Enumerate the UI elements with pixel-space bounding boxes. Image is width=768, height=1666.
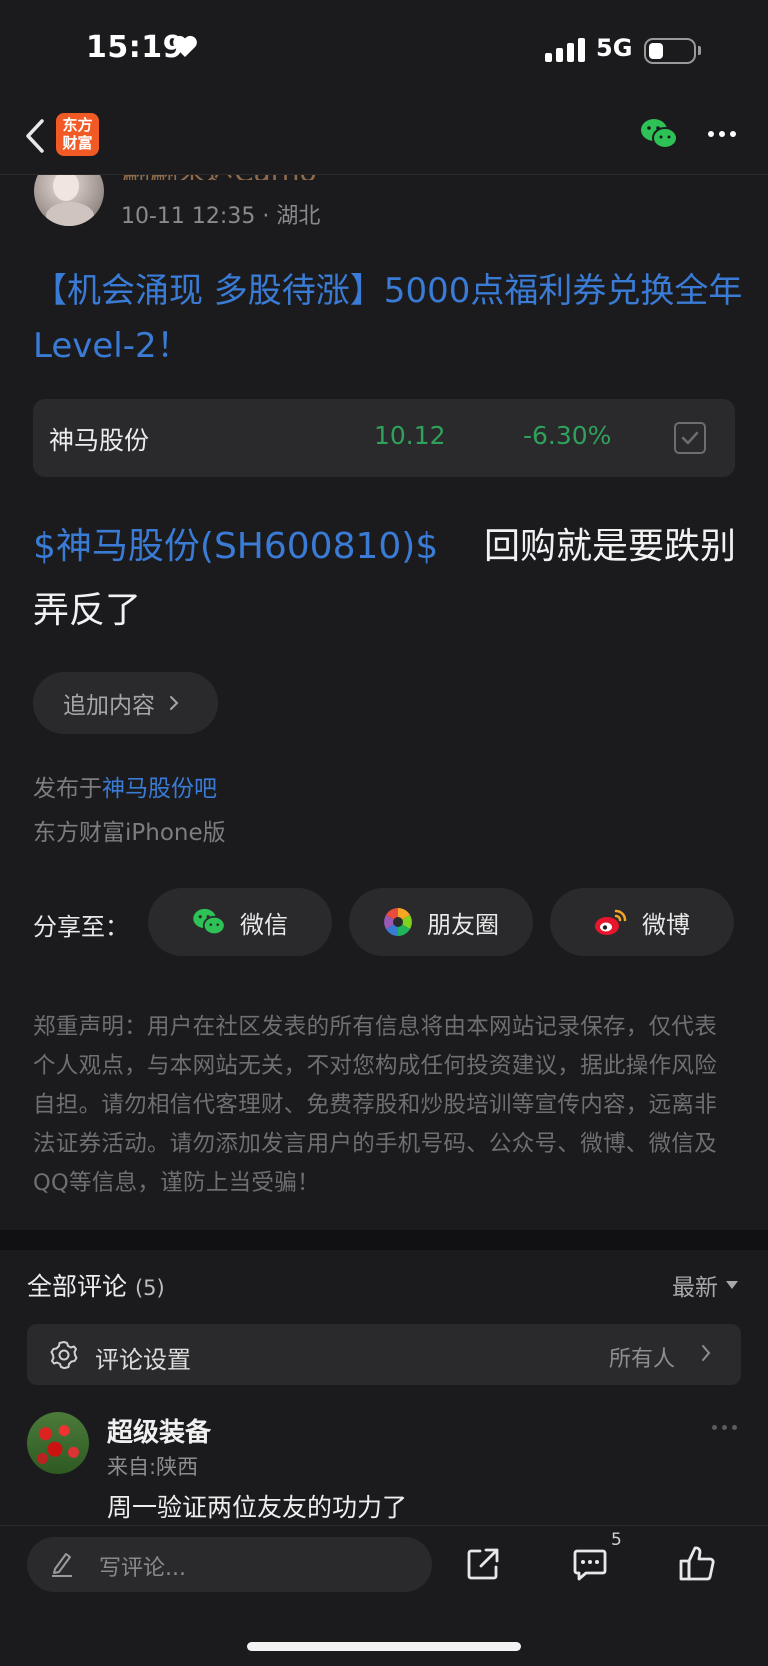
moments-icon [384,908,412,936]
more-icon[interactable] [708,131,736,137]
post-meta: 10-11 12:35 · 湖北 [121,198,320,230]
comments-count: (5) [134,1276,165,1300]
wechat-icon [193,908,226,936]
share-label: 分享至： [33,913,129,941]
battery-tip [698,46,701,55]
logo-line2: 财富 [62,134,93,152]
share-weibo-label: 微博 [642,910,690,939]
comment-settings-value: 所有人 [609,1347,676,1372]
commenter-name[interactable]: 超级装备 [107,1412,211,1449]
bar-link[interactable]: 神马股份吧 [102,776,217,802]
comment-settings-label: 评论设置 [95,1346,191,1374]
comment-more-icon[interactable] [712,1425,737,1430]
client-source: 东方财富iPhone版 [33,820,226,846]
watchlist-checkbox[interactable] [674,422,706,454]
write-comment-placeholder: 写评论... [99,1556,186,1581]
commenter-avatar[interactable] [27,1412,89,1474]
signal-icon [545,38,585,62]
battery-icon [644,38,696,64]
thumbs-up-icon[interactable] [678,1545,716,1583]
comment-count-badge: 5 [611,1530,622,1550]
heart-icon [173,35,197,57]
weibo-icon [595,909,627,935]
share-wechat-button[interactable]: 微信 [148,888,332,956]
share-icon[interactable] [465,1546,501,1582]
share-weibo-button[interactable]: 微博 [550,888,734,956]
status-time: 15:19 [86,30,184,65]
wechat-icon[interactable] [640,118,678,150]
app-logo[interactable]: 东方 财富 [56,113,99,156]
share-wechat-label: 微信 [240,910,288,939]
sort-label: 最新 [672,1275,718,1301]
write-comment-input[interactable] [27,1537,432,1592]
append-label: 追加内容 [63,693,155,719]
logo-line1: 东方 [62,116,93,134]
chevron-right-icon [170,696,179,710]
chevron-right-icon [702,1345,711,1361]
post-time: 10-11 12:35 [121,204,256,229]
comments-title: 全部评论 (5) [27,1267,165,1303]
comment-text: 周一验证两位友友的功力了 [107,1493,408,1522]
share-moments-label: 朋友圈 [427,910,499,939]
stock-change: -6.30% [523,421,612,450]
commenter-location: 来自:陕西 [107,1455,199,1479]
pencil-icon [52,1553,72,1577]
check-icon [681,431,699,445]
comments-title-text: 全部评论 [27,1272,128,1301]
sort-dropdown[interactable]: 最新 [672,1268,738,1302]
append-content-button[interactable]: 追加内容 [33,672,218,734]
post-body: $神马股份(SH600810)$ 回购就是要跌别弄反了 [33,515,743,643]
body-spacer [450,526,473,567]
home-indicator[interactable] [247,1642,521,1651]
comment-icon[interactable] [572,1548,608,1582]
gear-icon [50,1341,78,1369]
stock-price: 10.12 [374,421,446,450]
meta-separator: · [262,204,277,229]
post-location: 湖北 [276,204,321,229]
back-chevron-icon[interactable] [24,118,46,154]
disclaimer: 郑重声明：用户在社区发表的所有信息将由本网站记录保存，仅代表个人观点，与本网站无… [33,1014,718,1196]
network-type: 5G [596,34,633,62]
stock-name: 神马股份 [49,426,150,455]
posted-in: 发布于神马股份吧 [33,769,217,803]
post-title[interactable]: 【机会涌现 多股待涨】5000点福利券兑换全年Level-2！ [33,264,743,374]
caret-down-icon [726,1281,738,1289]
share-moments-button[interactable]: 朋友圈 [349,888,533,956]
posted-prefix: 发布于 [33,776,102,802]
section-divider [0,1230,768,1250]
stock-link[interactable]: $神马股份(SH600810)$ [33,526,438,567]
